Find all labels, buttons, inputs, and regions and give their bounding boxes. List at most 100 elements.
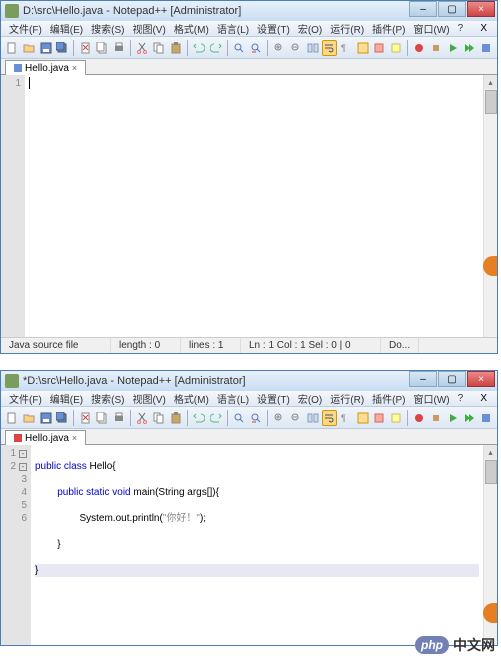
menu-edit[interactable]: 编辑(E) <box>46 21 87 36</box>
fold-minus-icon[interactable]: - <box>19 450 27 458</box>
cut-icon[interactable] <box>135 40 150 56</box>
scroll-up-arrow[interactable]: ▴ <box>484 75 497 89</box>
run-macro-multi-icon[interactable] <box>462 40 477 56</box>
wrap-icon[interactable] <box>322 40 337 56</box>
menu-search[interactable]: 搜索(S) <box>87 21 128 36</box>
sync-scroll-icon[interactable] <box>305 40 320 56</box>
undo-icon[interactable] <box>192 410 207 426</box>
record-macro-icon[interactable] <box>412 410 427 426</box>
titlebar[interactable]: *D:\src\Hello.java - Notepad++ [Administ… <box>1 371 497 391</box>
fold-minus-icon[interactable]: - <box>19 463 27 471</box>
menu-format[interactable]: 格式(M) <box>170 21 213 36</box>
play-macro-icon[interactable] <box>445 410 460 426</box>
close-all-icon[interactable] <box>95 40 110 56</box>
tab-close-icon[interactable]: × <box>72 63 77 73</box>
copy-icon[interactable] <box>152 40 167 56</box>
save-icon[interactable] <box>38 40 53 56</box>
close-file-icon[interactable] <box>78 40 93 56</box>
menu-close-x[interactable]: X <box>474 23 493 34</box>
minimize-button[interactable]: – <box>409 371 437 387</box>
copy-icon[interactable] <box>152 410 167 426</box>
menu-close-x[interactable]: X <box>474 393 493 404</box>
menu-search[interactable]: 搜索(S) <box>87 391 128 406</box>
menu-macro[interactable]: 宏(O) <box>294 391 326 406</box>
sync-scroll-icon[interactable] <box>305 410 320 426</box>
maximize-button[interactable]: ▢ <box>438 371 466 387</box>
save-icon[interactable] <box>38 410 53 426</box>
scroll-up-arrow[interactable]: ▴ <box>484 445 497 459</box>
redo-icon[interactable] <box>208 40 223 56</box>
user-lang-icon[interactable] <box>372 40 387 56</box>
menu-run[interactable]: 运行(R) <box>326 21 368 36</box>
menu-edit[interactable]: 编辑(E) <box>46 391 87 406</box>
code-editor[interactable]: public class Hello{ public static void m… <box>31 445 483 645</box>
close-file-icon[interactable] <box>78 410 93 426</box>
save-macro-icon[interactable] <box>478 40 493 56</box>
menu-plugins[interactable]: 插件(P) <box>368 391 409 406</box>
close-button[interactable]: × <box>467 1 495 17</box>
new-file-icon[interactable] <box>5 410 20 426</box>
menu-macro[interactable]: 宏(O) <box>294 21 326 36</box>
zoom-in-icon[interactable] <box>272 40 287 56</box>
zoom-out-icon[interactable] <box>289 40 304 56</box>
record-macro-icon[interactable] <box>412 40 427 56</box>
vertical-scrollbar[interactable]: ▴ <box>483 75 497 337</box>
open-file-icon[interactable] <box>22 410 37 426</box>
menu-view[interactable]: 视图(V) <box>128 391 169 406</box>
tab-close-icon[interactable]: × <box>72 433 77 443</box>
menu-settings[interactable]: 设置(T) <box>253 21 294 36</box>
replace-icon[interactable] <box>249 410 264 426</box>
replace-icon[interactable] <box>249 40 264 56</box>
run-macro-multi-icon[interactable] <box>462 410 477 426</box>
user-lang-icon[interactable] <box>372 410 387 426</box>
doc-map-icon[interactable] <box>389 40 404 56</box>
menu-format[interactable]: 格式(M) <box>170 391 213 406</box>
menu-view[interactable]: 视图(V) <box>128 21 169 36</box>
open-file-icon[interactable] <box>22 40 37 56</box>
menu-run[interactable]: 运行(R) <box>326 391 368 406</box>
menu-settings[interactable]: 设置(T) <box>253 391 294 406</box>
close-button[interactable]: × <box>467 371 495 387</box>
paste-icon[interactable] <box>168 410 183 426</box>
find-icon[interactable] <box>232 40 247 56</box>
save-all-icon[interactable] <box>55 410 70 426</box>
indent-guide-icon[interactable] <box>355 40 370 56</box>
new-file-icon[interactable] <box>5 40 20 56</box>
stop-macro-icon[interactable] <box>429 40 444 56</box>
indent-guide-icon[interactable] <box>355 410 370 426</box>
cut-icon[interactable] <box>135 410 150 426</box>
redo-icon[interactable] <box>208 410 223 426</box>
doc-map-icon[interactable] <box>389 410 404 426</box>
scroll-thumb[interactable] <box>485 460 497 484</box>
wrap-icon[interactable] <box>322 410 337 426</box>
save-all-icon[interactable] <box>55 40 70 56</box>
undo-icon[interactable] <box>192 40 207 56</box>
minimize-button[interactable]: – <box>409 1 437 17</box>
menu-help[interactable]: ? <box>454 393 468 404</box>
show-all-chars-icon[interactable]: ¶ <box>339 410 354 426</box>
close-all-icon[interactable] <box>95 410 110 426</box>
menu-file[interactable]: 文件(F) <box>5 21 46 36</box>
print-icon[interactable] <box>112 410 127 426</box>
play-macro-icon[interactable] <box>445 40 460 56</box>
scroll-thumb[interactable] <box>485 90 497 114</box>
menu-language[interactable]: 语言(L) <box>213 391 253 406</box>
maximize-button[interactable]: ▢ <box>438 1 466 17</box>
paste-icon[interactable] <box>168 40 183 56</box>
find-icon[interactable] <box>232 410 247 426</box>
file-tab[interactable]: Hello.java × <box>5 60 86 75</box>
stop-macro-icon[interactable] <box>429 410 444 426</box>
print-icon[interactable] <box>112 40 127 56</box>
show-all-chars-icon[interactable]: ¶ <box>339 40 354 56</box>
menu-plugins[interactable]: 插件(P) <box>368 21 409 36</box>
save-macro-icon[interactable] <box>478 410 493 426</box>
menu-window[interactable]: 窗口(W) <box>410 391 454 406</box>
menu-help[interactable]: ? <box>454 23 468 34</box>
file-tab[interactable]: Hello.java × <box>5 430 86 445</box>
menu-file[interactable]: 文件(F) <box>5 391 46 406</box>
titlebar[interactable]: D:\src\Hello.java - Notepad++ [Administr… <box>1 1 497 21</box>
menu-window[interactable]: 窗口(W) <box>410 21 454 36</box>
zoom-in-icon[interactable] <box>272 410 287 426</box>
menu-language[interactable]: 语言(L) <box>213 21 253 36</box>
code-editor[interactable] <box>25 75 483 337</box>
